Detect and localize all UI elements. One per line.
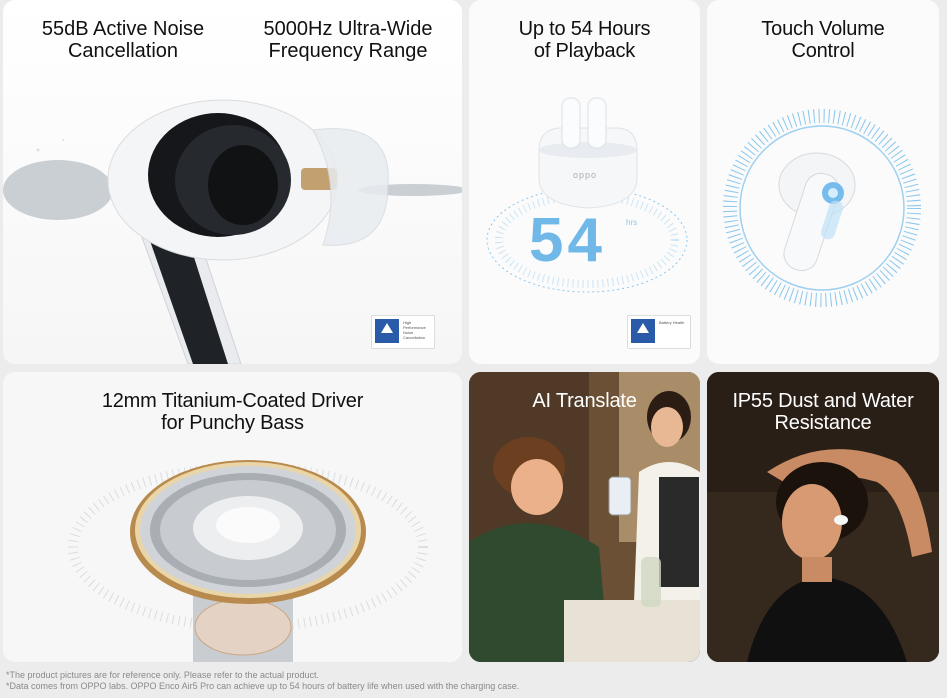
- playback-hours-number: 54: [529, 206, 606, 275]
- translate-scene-photo: [469, 372, 700, 662]
- ai-translate-tile: AI Translate: [469, 372, 700, 662]
- tuv-certification-badge: High Performance Noise Cancellation: [371, 315, 435, 349]
- ip55-title: IP55 Dust and Water Resistance: [732, 390, 914, 434]
- charging-case-illustration: oppo: [486, 97, 688, 293]
- ip55-tile: IP55 Dust and Water Resistance: [707, 372, 939, 662]
- earbud-exploded-illustration: [3, 99, 462, 364]
- touch-volume-tile: Touch Volume Control: [707, 0, 939, 364]
- tuv-logo-icon: [375, 319, 399, 343]
- case-logo: oppo: [573, 170, 597, 180]
- touch-earbud-illustration: [723, 109, 921, 307]
- playback-tile: Up to 54 Hours of Playback oppo 54 hrs B…: [469, 0, 700, 364]
- disclaimer-battery-data: *Data comes from OPPO labs. OPPO Enco Ai…: [6, 681, 520, 691]
- tuv-battery-badge: Battery Health: [627, 315, 691, 349]
- noise-cancellation-tile: 55dB Active Noise Cancellation 5000Hz Ul…: [3, 0, 462, 364]
- driver-tile: 12mm Titanium-Coated Driver for Punchy B…: [3, 372, 462, 662]
- disclaimer-product-pictures: *The product pictures are for reference …: [6, 670, 320, 680]
- ai-translate-title: AI Translate: [532, 390, 637, 412]
- titanium-driver-illustration: [68, 460, 428, 662]
- tuv-logo-icon: [631, 319, 655, 343]
- playback-hours-unit: hrs: [626, 218, 638, 227]
